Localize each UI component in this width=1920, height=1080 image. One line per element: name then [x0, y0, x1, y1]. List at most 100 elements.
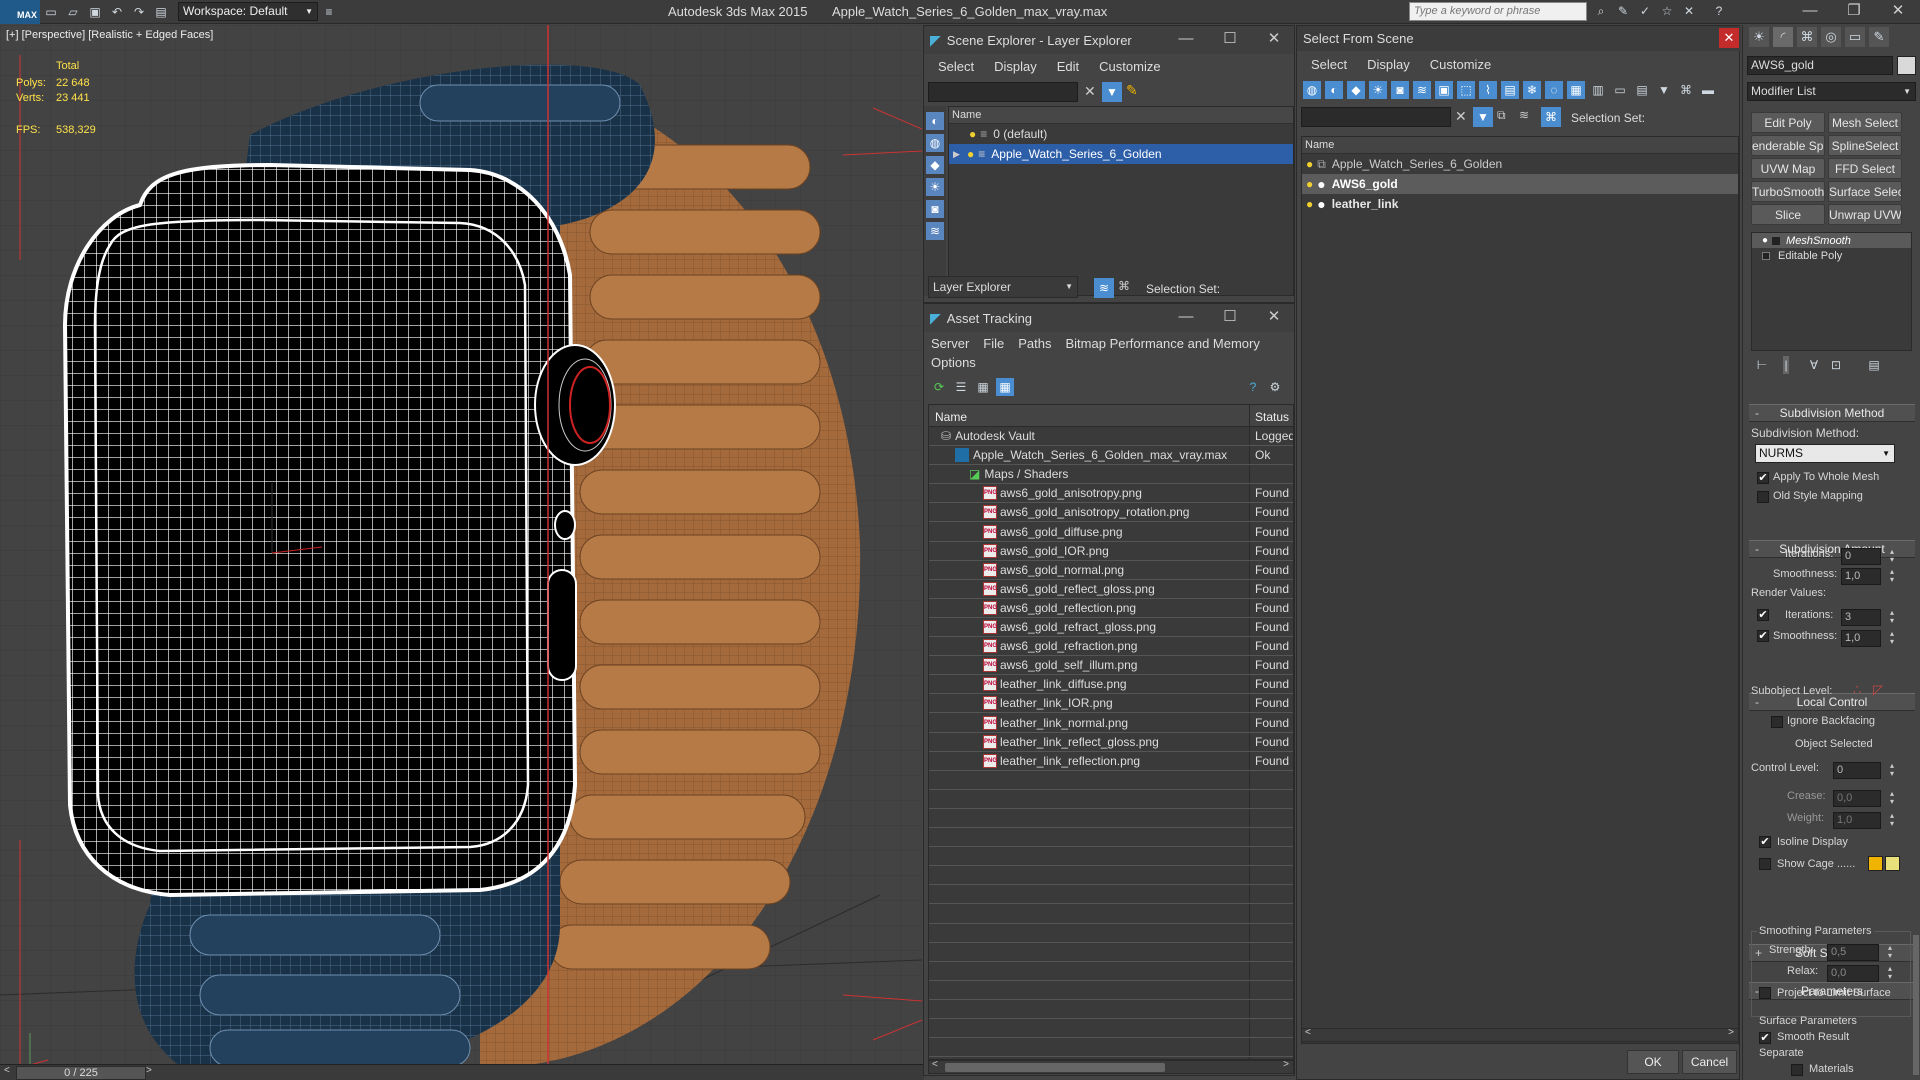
show-cage-checkbox[interactable]: [1759, 858, 1771, 870]
sfs-search-input[interactable]: [1301, 107, 1451, 127]
project-limit-surface-checkbox[interactable]: [1759, 987, 1771, 999]
lightbulb-icon[interactable]: ●: [1762, 235, 1768, 246]
display-shapes-icon[interactable]: ◆: [926, 156, 944, 174]
render-smoothness-spinner[interactable]: 1,0: [1841, 630, 1894, 647]
filter-containers-icon[interactable]: ▤: [1501, 81, 1519, 99]
asset-menu-paths[interactable]: Paths: [1018, 336, 1051, 351]
app-logo[interactable]: MAX: [0, 0, 40, 24]
asset-menu-file[interactable]: File: [983, 336, 1004, 351]
hierarchy-view-icon[interactable]: ⌘: [1541, 107, 1561, 127]
filter-cameras-icon[interactable]: ☀: [1369, 81, 1387, 99]
ok-button[interactable]: OK: [1627, 1050, 1679, 1074]
asset-row[interactable]: PNG leather_link_reflect_gloss.png Found: [929, 733, 1293, 752]
remove-modifier-icon[interactable]: ⊡: [1827, 356, 1845, 374]
layer-manager-icon[interactable]: ≋: [1094, 278, 1114, 298]
redo-icon[interactable]: ↷: [130, 3, 148, 21]
smoothness-spinner[interactable]: 1,0: [1841, 568, 1894, 585]
asset-row[interactable]: ⛁ Autodesk Vault Logged: [929, 427, 1293, 446]
lightbulb-icon[interactable]: ●: [1306, 177, 1313, 191]
configure-modifier-sets-icon[interactable]: ▤: [1865, 356, 1883, 374]
pin-stack-icon[interactable]: ⊢: [1753, 356, 1771, 374]
close-button[interactable]: ✕: [1876, 0, 1920, 24]
collapse-icon[interactable]: ▬: [1699, 81, 1717, 99]
scene-explorer-menu-edit[interactable]: Edit: [1057, 59, 1079, 74]
thumbnail-view-icon[interactable]: ▦: [974, 378, 992, 396]
object-name-field[interactable]: AWS6_gold: [1747, 56, 1893, 75]
asset-row[interactable]: PNG leather_link_reflection.png Found: [929, 752, 1293, 771]
filter-bones-icon[interactable]: ⌇: [1479, 81, 1497, 99]
star-icon[interactable]: ☆: [1658, 2, 1676, 20]
modifier-button[interactable]: UVW Map: [1751, 158, 1825, 179]
filter-geometry-icon[interactable]: ◍: [1303, 81, 1321, 99]
modifier-button[interactable]: enderable Spli: [1751, 135, 1825, 156]
communication-center-icon[interactable]: ✎: [1614, 2, 1632, 20]
asset-h-scrollbar[interactable]: < >: [928, 1059, 1294, 1074]
modifier-button[interactable]: Surface Select: [1828, 181, 1902, 202]
asset-menu-options[interactable]: Options: [931, 355, 976, 370]
asset-row[interactable]: PNG aws6_gold_normal.png Found: [929, 561, 1293, 580]
stack-item-meshsmooth[interactable]: ● MeshSmooth: [1752, 233, 1911, 248]
filter-hidden-icon[interactable]: ◌: [1545, 81, 1563, 99]
table-view-icon[interactable]: ▦: [996, 378, 1014, 396]
utilities-tab-icon[interactable]: ✎: [1869, 27, 1889, 47]
select-from-scene-titlebar[interactable]: Select From Scene: [1297, 26, 1741, 51]
clear-search-icon[interactable]: ✕: [1084, 83, 1096, 100]
time-slider[interactable]: < 0 / 225 >: [0, 1064, 924, 1080]
create-tab-icon[interactable]: ☀: [1749, 27, 1769, 47]
smooth-result-checkbox[interactable]: ✔: [1759, 1032, 1771, 1044]
modifier-button[interactable]: TurboSmooth: [1751, 181, 1825, 202]
asset-row[interactable]: PNG aws6_gold_self_illum.png Found: [929, 656, 1293, 676]
favorites-icon[interactable]: ✓: [1636, 2, 1654, 20]
filter-lights-icon[interactable]: ◆: [1347, 81, 1365, 99]
display-none-icon[interactable]: ◐: [926, 112, 944, 130]
sfs-menu-display[interactable]: Display: [1367, 57, 1410, 72]
display-geometry-icon[interactable]: ◍: [926, 134, 944, 152]
stack-item-editable-poly[interactable]: Editable Poly: [1752, 248, 1911, 263]
make-unique-icon[interactable]: ∀: [1805, 356, 1823, 374]
open-file-icon[interactable]: ▱: [64, 3, 82, 21]
asset-tracking-minimize-button[interactable]: —: [1164, 304, 1208, 332]
display-lights-icon[interactable]: ☀: [926, 178, 944, 196]
chevron-left-icon[interactable]: <: [932, 1059, 938, 1070]
asset-row[interactable]: PNG aws6_gold_reflection.png Found: [929, 599, 1293, 618]
panel-scrollbar[interactable]: [1913, 935, 1919, 1075]
cage-color-2-swatch[interactable]: [1885, 856, 1900, 871]
asset-tracking-maximize-button[interactable]: ☐: [1208, 304, 1252, 332]
asset-row[interactable]: PNG aws6_gold_refract_gloss.png Found: [929, 618, 1293, 637]
modifier-button[interactable]: Edit Poly: [1751, 112, 1825, 133]
scene-explorer-maximize-button[interactable]: ☐: [1208, 26, 1252, 54]
layer-tools-icon[interactable]: ⧉: [1497, 108, 1506, 123]
asset-row[interactable]: PNG aws6_gold_diffuse.png Found: [929, 523, 1293, 542]
modifier-list-dropdown[interactable]: Modifier List ▼: [1747, 82, 1916, 101]
sfs-h-scrollbar[interactable]: < >: [1301, 1027, 1739, 1042]
subdivision-method-select[interactable]: NURMS ▼: [1755, 444, 1895, 463]
sfs-row-aws6-gold[interactable]: ● ● AWS6_gold: [1302, 174, 1738, 194]
filter-icon[interactable]: ▼: [1473, 107, 1493, 127]
weight-spinner[interactable]: 1,0: [1833, 812, 1894, 829]
render-iterations-spinner[interactable]: 3: [1841, 609, 1894, 626]
asset-row[interactable]: PNG leather_link_diffuse.png Found: [929, 675, 1293, 695]
hierarchy-tab-icon[interactable]: ⌘: [1797, 27, 1817, 47]
sfs-menu-customize[interactable]: Customize: [1430, 57, 1491, 72]
chevron-left-icon[interactable]: <: [4, 1065, 10, 1076]
isoline-display-checkbox[interactable]: ✔: [1759, 836, 1771, 848]
asset-col-status[interactable]: Status: [1255, 410, 1289, 424]
cage-color-1-swatch[interactable]: [1868, 856, 1883, 871]
sfs-row-leather-link[interactable]: ● ● leather_link: [1302, 194, 1738, 214]
relax-spinner[interactable]: 0,0: [1827, 965, 1892, 982]
lightbulb-icon[interactable]: ●: [1306, 197, 1313, 211]
scene-explorer-menu-customize[interactable]: Customize: [1099, 59, 1160, 74]
render-iterations-checkbox[interactable]: ✔: [1757, 609, 1769, 621]
expand-arrow-icon[interactable]: ▶: [953, 149, 967, 160]
expand-plus-icon[interactable]: [1762, 251, 1770, 260]
control-level-spinner[interactable]: 0: [1833, 762, 1894, 779]
scene-explorer-close-button[interactable]: ✕: [1252, 26, 1296, 54]
lightbulb-icon[interactable]: ●: [1306, 157, 1313, 171]
chevron-right-icon[interactable]: >: [1728, 1027, 1734, 1038]
modifier-button[interactable]: Unwrap UVW: [1828, 204, 1902, 225]
iterations-spinner[interactable]: 0: [1841, 548, 1894, 565]
ignore-backfacing-checkbox[interactable]: [1771, 716, 1783, 728]
cancel-button[interactable]: Cancel: [1682, 1050, 1737, 1074]
asset-row[interactable]: PNG leather_link_IOR.png Found: [929, 694, 1293, 714]
scene-explorer-menu-display[interactable]: Display: [994, 59, 1037, 74]
